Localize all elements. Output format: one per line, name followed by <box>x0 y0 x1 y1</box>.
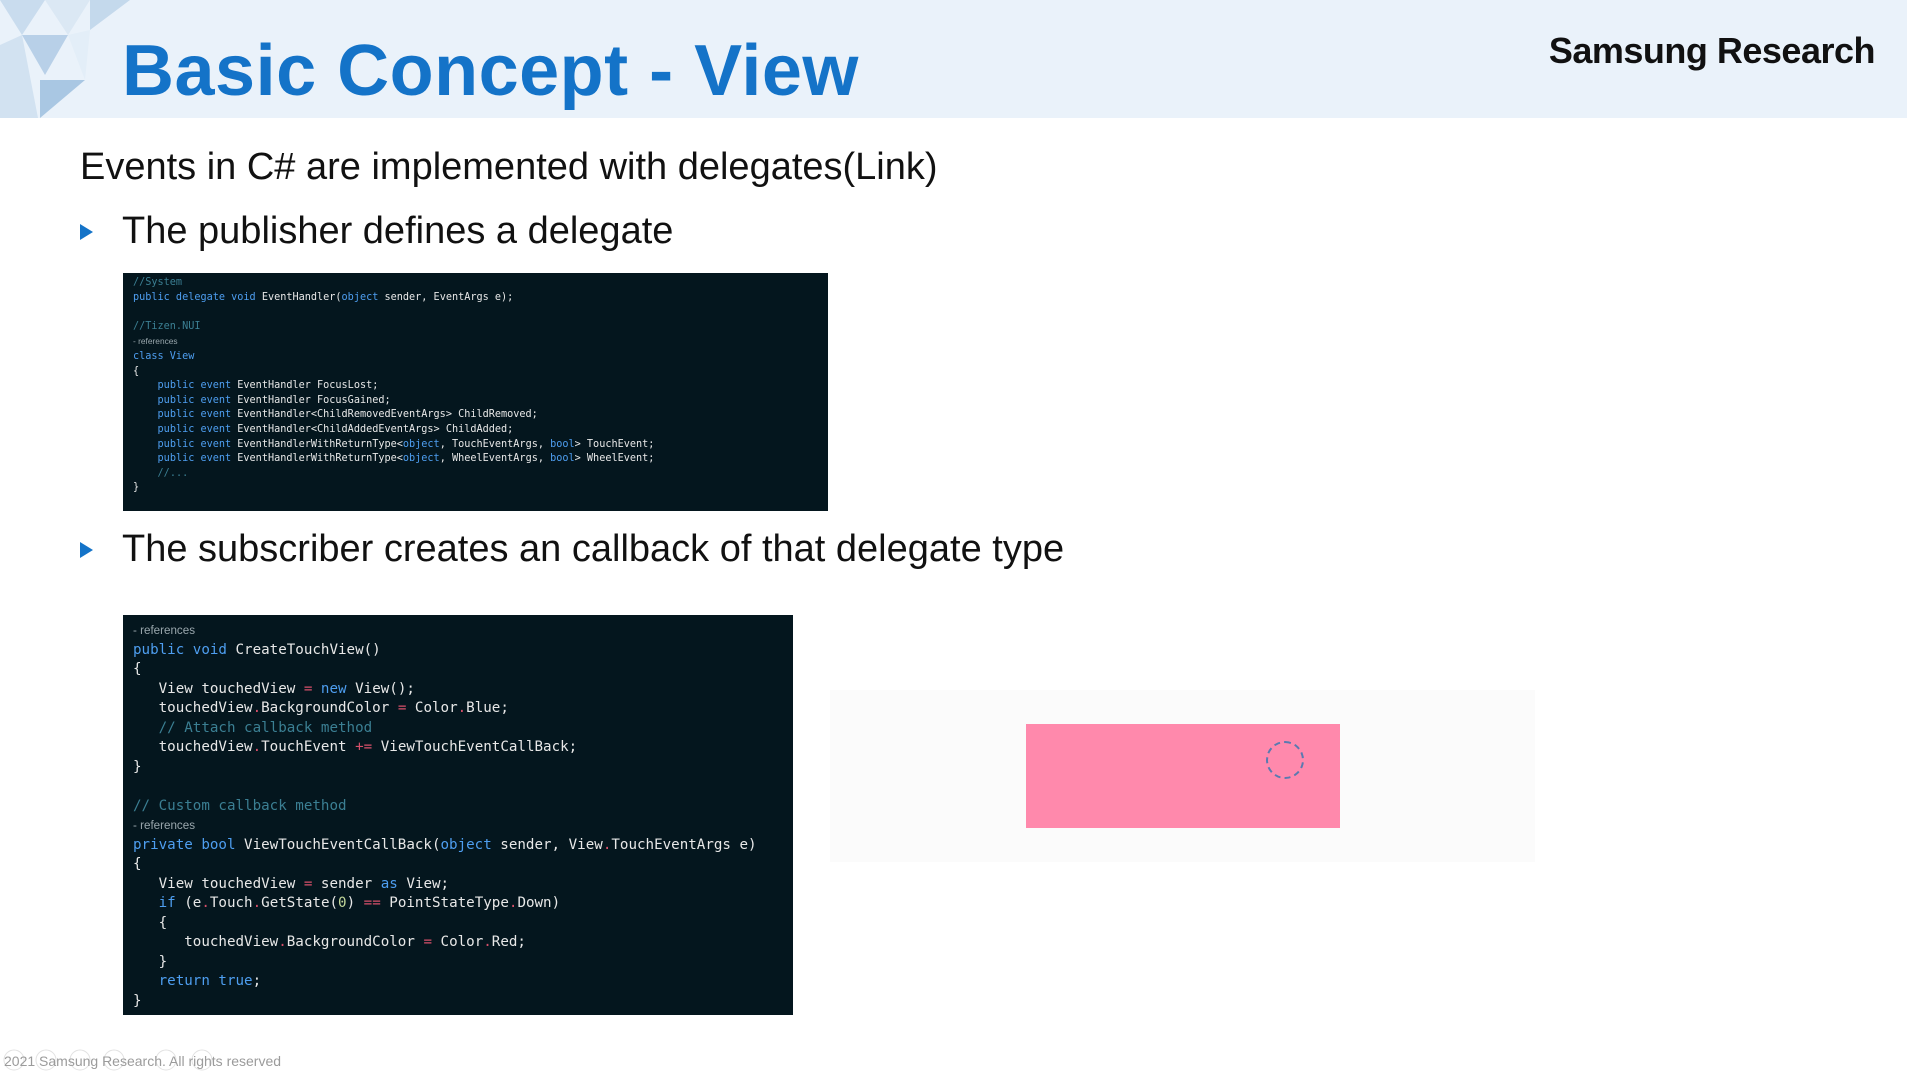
triangle-decoration-icon <box>0 0 130 118</box>
code-line: // Custom callback method <box>133 797 347 814</box>
code-line: } <box>133 482 140 494</box>
code-line: { <box>133 856 142 872</box>
touch-cursor-icon <box>1266 741 1304 779</box>
code-line: public event EventHandler<ChildRemovedEv… <box>157 409 538 421</box>
code-line: public event EventHandler FocusGained; <box>157 394 391 406</box>
code-line: public event EventHandlerWithReturnType<… <box>157 438 655 450</box>
code-line: } <box>158 953 168 970</box>
code-line: - references <box>133 336 178 347</box>
code-line: if (e.Touch.GetState(0) == PointStateTyp… <box>158 895 561 911</box>
brand-logo: Samsung Research <box>1548 30 1876 71</box>
footer-copyright: 2021 Samsung Research. All rights reserv… <box>4 1053 282 1069</box>
code-line: private bool ViewTouchEventCallBack(obje… <box>133 836 757 853</box>
code-line: touchedView.BackgroundColor = Color.Blue… <box>158 700 509 716</box>
code-line: //Tizen.NUI <box>133 320 201 332</box>
code-line: // Attach callback method <box>158 719 373 736</box>
code-line: class View <box>133 350 195 362</box>
slide-title: Basic Concept - View <box>122 31 859 111</box>
bullet-subscriber: The subscriber creates an callback of th… <box>80 528 1064 571</box>
code-line: return true; <box>158 973 262 989</box>
code-line: - references <box>133 819 196 832</box>
code-line: //... <box>157 467 189 479</box>
code-line: { <box>133 661 142 677</box>
code-line: { <box>133 365 140 377</box>
bullet-arrow-icon <box>80 541 93 558</box>
code-line: //System <box>133 277 183 288</box>
code-line: View touchedView = sender as View; <box>158 875 450 892</box>
code-line: } <box>133 992 142 1009</box>
bullet-subscriber-text: The subscriber creates an callback of th… <box>122 528 1065 570</box>
intro-text: Events in C# are implemented with delega… <box>80 146 938 188</box>
publisher-code-panel: //System public delegate void EventHandl… <box>123 273 828 511</box>
code-line: public event EventHandler FocusLost; <box>157 380 379 392</box>
code-line: public event EventHandler<ChildAddedEven… <box>157 423 514 435</box>
code-line: - references <box>133 624 196 637</box>
code-line: } <box>133 758 142 775</box>
code-line: public delegate void EventHandler(object… <box>133 291 514 303</box>
code-line: { <box>158 914 168 931</box>
code-line: public void CreateTouchView() <box>133 641 381 658</box>
bullet-publisher-text: The publisher defines a delegate <box>122 210 674 252</box>
subscriber-code-panel: - references public void CreateTouchView… <box>123 615 793 1015</box>
code-line: touchedView.TouchEvent += ViewTouchEvent… <box>158 739 578 755</box>
bullet-publisher: The publisher defines a delegate <box>80 210 673 253</box>
bullet-arrow-icon <box>80 223 93 240</box>
code-line: touchedView.BackgroundColor = Color.Red; <box>184 934 526 950</box>
code-line: public event EventHandlerWithReturnType<… <box>157 453 655 465</box>
code-line: View touchedView = new View(); <box>158 680 415 697</box>
